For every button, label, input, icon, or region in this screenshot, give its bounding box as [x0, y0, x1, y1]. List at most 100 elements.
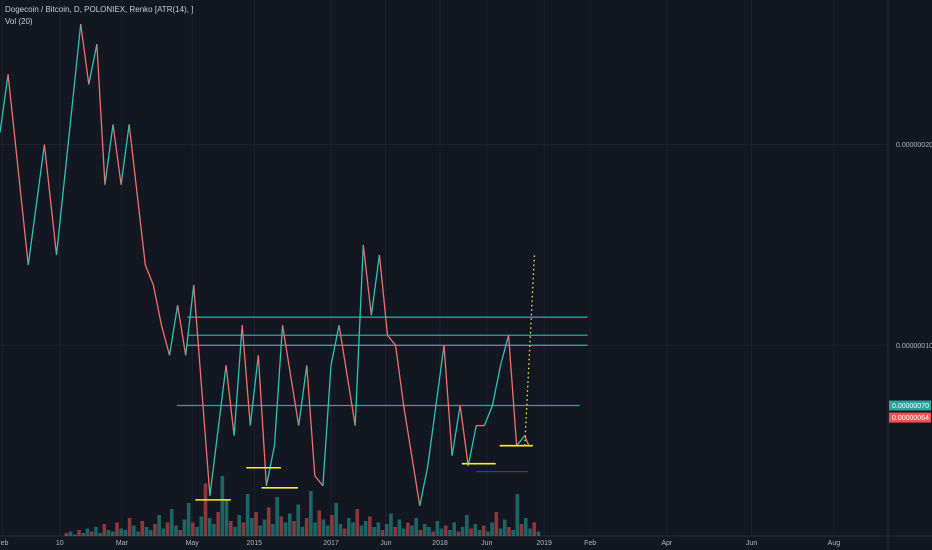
volume-bar: [477, 530, 482, 536]
volume-bar: [393, 527, 397, 536]
chart-legend: Dogecoin / Bitcoin, D, POLONIEX, Renko […: [5, 4, 193, 28]
volume-bar: [486, 531, 490, 536]
volume-bar: [507, 527, 511, 536]
volume-bar: [355, 509, 360, 536]
x-tick-label: Jun: [380, 540, 391, 547]
volume-bar: [536, 531, 541, 536]
volume-bar: [528, 528, 532, 536]
volume-bar: [498, 528, 503, 536]
volume-bar: [304, 518, 309, 536]
volume-bar: [254, 512, 258, 536]
x-tick-label: Aug: [828, 540, 841, 547]
volume-bar: [325, 525, 330, 536]
volume-bar: [203, 483, 208, 536]
legend-volume: Vol (20): [5, 17, 33, 26]
chart-background: [0, 0, 932, 550]
volume-bar: [245, 494, 250, 536]
volume-bar: [233, 527, 237, 536]
volume-bar: [178, 530, 183, 536]
volume-bar: [136, 531, 140, 536]
volume-bar: [422, 524, 427, 536]
volume-bar: [397, 519, 402, 536]
volume-bar: [519, 524, 524, 536]
volume-bar: [144, 527, 149, 536]
volume-bar: [258, 525, 263, 536]
volume-bar: [106, 530, 111, 536]
volume-bar: [216, 512, 220, 536]
volume-bar: [77, 530, 81, 536]
x-tick-label: Jun: [481, 540, 492, 547]
x-tick-label: Mar: [116, 540, 129, 547]
volume-bar: [309, 491, 313, 536]
volume-bar: [405, 522, 410, 536]
volume-bar: [165, 522, 170, 536]
volume-bar: [465, 515, 469, 536]
volume-bar: [338, 524, 343, 536]
volume-bar: [376, 522, 381, 536]
volume-bar: [380, 530, 385, 536]
volume-bar: [372, 527, 376, 536]
volume-bar: [220, 476, 225, 536]
y-tick-label: 0.00000020: [896, 142, 932, 149]
volume-bar: [169, 509, 174, 536]
x-tick-label: Feb: [584, 540, 596, 547]
volume-bar: [481, 525, 486, 536]
volume-bar: [98, 533, 102, 536]
x-tick-label: 2015: [247, 540, 263, 547]
volume-bar: [296, 504, 301, 536]
volume-bar: [418, 530, 423, 536]
volume-bar: [427, 527, 431, 536]
volume-bar: [334, 503, 338, 536]
volume-bar: [140, 521, 145, 536]
volume-bar: [153, 524, 157, 536]
volume-bar: [266, 507, 271, 536]
volume-bar: [132, 525, 136, 536]
volume-bar: [157, 515, 161, 536]
volume-bar: [473, 524, 478, 536]
volume-bar: [359, 525, 364, 536]
volume-bar: [250, 518, 254, 536]
legend-title: Dogecoin / Bitcoin, D, POLONIEX, Renko […: [5, 5, 194, 14]
volume-bar: [237, 515, 242, 536]
volume-bar: [401, 528, 406, 536]
volume-bar: [85, 528, 90, 536]
volume-bar: [448, 530, 452, 536]
volume-bar: [73, 534, 77, 536]
chart-root: 0.000000100.000000200.000000300.00000040…: [0, 0, 932, 550]
volume-bar: [94, 527, 98, 536]
volume-bar: [283, 522, 288, 536]
x-tick-label: Jun: [746, 540, 757, 547]
volume-bar: [524, 518, 528, 536]
volume-bar: [102, 524, 107, 536]
volume-bar: [389, 513, 393, 536]
x-tick-label: 10: [56, 540, 64, 547]
x-tick-label: May: [186, 540, 200, 547]
x-tick-label: Apr: [661, 540, 673, 547]
x-tick-label: 2017: [323, 540, 339, 547]
volume-bar: [330, 515, 334, 536]
volume-bar: [123, 530, 128, 536]
volume-bar: [89, 531, 94, 536]
volume-bar: [368, 516, 372, 536]
volume-bar: [207, 518, 212, 536]
volume-bar: [186, 503, 191, 536]
volume-bar: [431, 531, 435, 536]
volume-bar: [182, 519, 187, 536]
volume-bar: [351, 522, 355, 536]
volume-bar: [199, 516, 204, 536]
volume-bar: [460, 527, 465, 536]
volume-bar: [275, 497, 279, 536]
volume-bar: [300, 527, 305, 536]
volume-bar: [435, 521, 440, 536]
volume-bar: [494, 512, 499, 536]
price-badge-label: 0.00000064: [892, 415, 929, 422]
volume-bar: [174, 525, 178, 536]
volume-bar: [414, 518, 419, 536]
renko-chart[interactable]: 0.000000100.000000200.000000300.00000040…: [0, 0, 932, 550]
volume-bar: [161, 528, 166, 536]
volume-bar: [279, 516, 284, 536]
volume-bar: [195, 527, 199, 536]
volume-bar: [119, 528, 123, 536]
volume-bar: [346, 518, 351, 536]
volume-bar: [110, 531, 115, 536]
